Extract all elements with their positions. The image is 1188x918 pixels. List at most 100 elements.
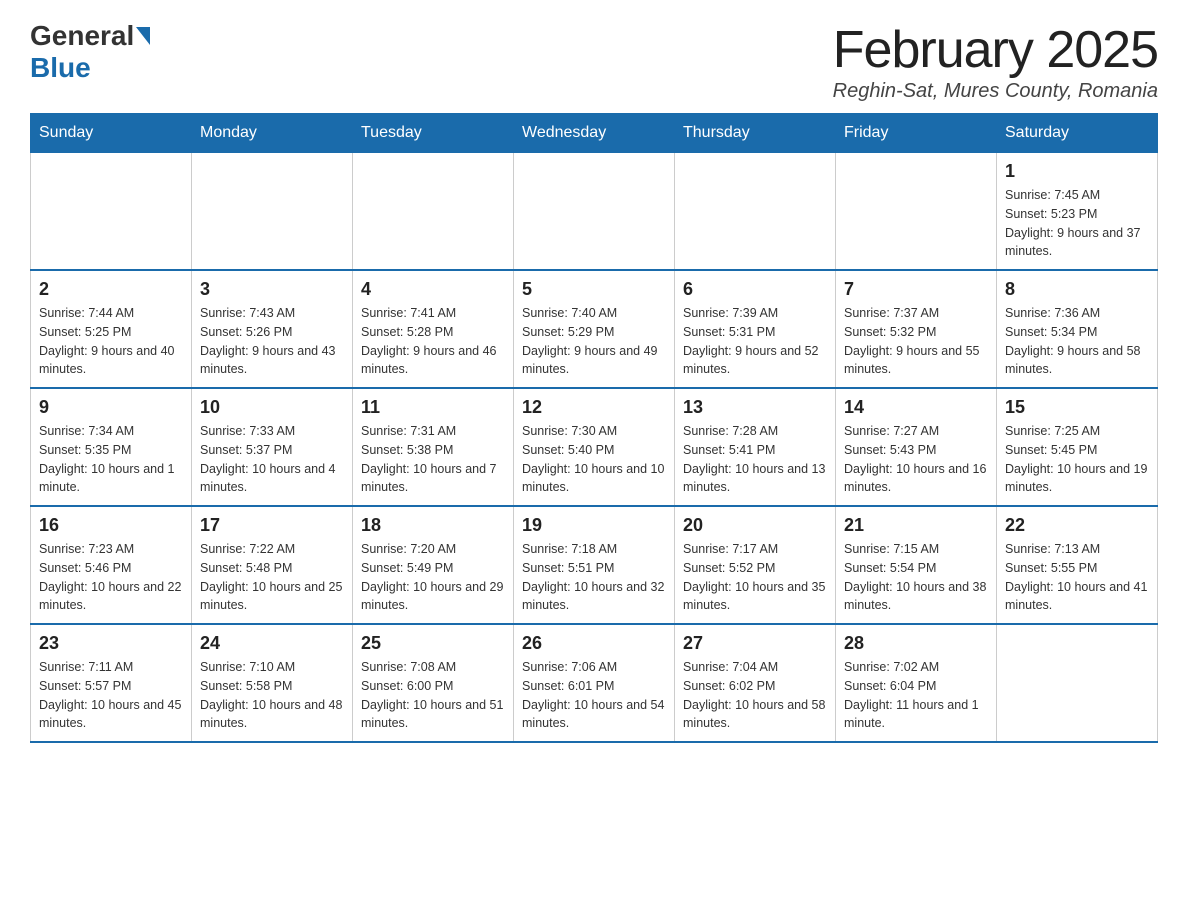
day-info: Sunrise: 7:31 AM Sunset: 5:38 PM Dayligh…: [361, 422, 505, 497]
day-number: 6: [683, 279, 827, 300]
day-of-week-header: Thursday: [675, 114, 836, 153]
calendar-day-cell: 9Sunrise: 7:34 AM Sunset: 5:35 PM Daylig…: [31, 388, 192, 506]
day-number: 15: [1005, 397, 1149, 418]
day-info: Sunrise: 7:04 AM Sunset: 6:02 PM Dayligh…: [683, 658, 827, 733]
day-info: Sunrise: 7:13 AM Sunset: 5:55 PM Dayligh…: [1005, 540, 1149, 615]
day-of-week-header: Friday: [836, 114, 997, 153]
calendar-day-cell: 22Sunrise: 7:13 AM Sunset: 5:55 PM Dayli…: [997, 506, 1158, 624]
day-info: Sunrise: 7:44 AM Sunset: 5:25 PM Dayligh…: [39, 304, 183, 379]
calendar-day-cell: 10 Sunrise: 7:33 AM Sunset: 5:37 PM Dayli…: [192, 388, 353, 506]
day-number: 5: [522, 279, 666, 300]
calendar-week-row: 23 Sunrise: 7:11 AM Sunset: 5:57 PM Dayli…: [31, 624, 1158, 742]
calendar-day-cell: 23 Sunrise: 7:11 AM Sunset: 5:57 PM Dayli…: [31, 624, 192, 742]
calendar-day-cell: 5 Sunrise: 7:40 AM Sunset: 5:29 PM Daylig…: [514, 270, 675, 388]
day-info: Sunrise: 7:39 AM Sunset: 5:31 PM Dayligh…: [683, 304, 827, 379]
day-info: Sunrise: 7:41 AM Sunset: 5:28 PM Dayligh…: [361, 304, 505, 379]
day-number: 27: [683, 633, 827, 654]
day-info: Sunrise: 7:37 AM Sunset: 5:32 PM Dayligh…: [844, 304, 988, 379]
day-info: Sunrise: 7:22 AM Sunset: 5:48 PM Dayligh…: [200, 540, 344, 615]
day-number: 24: [200, 633, 344, 654]
day-number: 1: [1005, 161, 1149, 182]
day-of-week-header: Saturday: [997, 114, 1158, 153]
logo-general-text: General: [30, 20, 134, 52]
day-number: 2: [39, 279, 183, 300]
day-number: 10: [200, 397, 344, 418]
calendar-day-cell: 14 Sunrise: 7:27 AM Sunset: 5:43 PM Dayli…: [836, 388, 997, 506]
day-info: Sunrise: 7:33 AM Sunset: 5:37 PM Dayligh…: [200, 422, 344, 497]
calendar-day-cell: 15 Sunrise: 7:25 AM Sunset: 5:45 PM Dayli…: [997, 388, 1158, 506]
day-number: 17: [200, 515, 344, 536]
day-of-week-header: Monday: [192, 114, 353, 153]
day-info: Sunrise: 7:23 AM Sunset: 5:46 PM Dayligh…: [39, 540, 183, 615]
calendar-day-cell: 21Sunrise: 7:15 AM Sunset: 5:54 PM Dayli…: [836, 506, 997, 624]
calendar-day-cell: [997, 624, 1158, 742]
day-info: Sunrise: 7:36 AM Sunset: 5:34 PM Dayligh…: [1005, 304, 1149, 379]
day-info: Sunrise: 7:40 AM Sunset: 5:29 PM Dayligh…: [522, 304, 666, 379]
day-number: 21: [844, 515, 988, 536]
calendar-day-cell: [675, 153, 836, 271]
logo-blue-text: Blue: [30, 52, 91, 84]
day-info: Sunrise: 7:10 AM Sunset: 5:58 PM Dayligh…: [200, 658, 344, 733]
calendar-day-cell: 27 Sunrise: 7:04 AM Sunset: 6:02 PM Dayli…: [675, 624, 836, 742]
logo-arrow-icon: [136, 27, 150, 45]
calendar-day-cell: 20 Sunrise: 7:17 AM Sunset: 5:52 PM Dayli…: [675, 506, 836, 624]
logo: General Blue: [30, 20, 152, 84]
day-number: 19: [522, 515, 666, 536]
calendar-day-cell: 16 Sunrise: 7:23 AM Sunset: 5:46 PM Dayli…: [31, 506, 192, 624]
location-subtitle: Reghin-Sat, Mures County, Romania: [833, 80, 1158, 103]
day-number: 3: [200, 279, 344, 300]
calendar-day-cell: [353, 153, 514, 271]
day-info: Sunrise: 7:20 AM Sunset: 5:49 PM Dayligh…: [361, 540, 505, 615]
calendar-day-cell: 28 Sunrise: 7:02 AM Sunset: 6:04 PM Dayli…: [836, 624, 997, 742]
day-of-week-header: Tuesday: [353, 114, 514, 153]
calendar-day-cell: 11 Sunrise: 7:31 AM Sunset: 5:38 PM Dayli…: [353, 388, 514, 506]
title-block: February 2025 Reghin-Sat, Mures County, …: [833, 20, 1158, 103]
day-number: 13: [683, 397, 827, 418]
calendar-day-cell: [514, 153, 675, 271]
day-info: Sunrise: 7:27 AM Sunset: 5:43 PM Dayligh…: [844, 422, 988, 497]
calendar-day-cell: 8 Sunrise: 7:36 AM Sunset: 5:34 PM Daylig…: [997, 270, 1158, 388]
day-number: 8: [1005, 279, 1149, 300]
calendar-day-cell: 6 Sunrise: 7:39 AM Sunset: 5:31 PM Daylig…: [675, 270, 836, 388]
calendar-day-cell: 4Sunrise: 7:41 AM Sunset: 5:28 PM Daylig…: [353, 270, 514, 388]
day-of-week-header: Wednesday: [514, 114, 675, 153]
calendar-day-cell: 3 Sunrise: 7:43 AM Sunset: 5:26 PM Daylig…: [192, 270, 353, 388]
day-info: Sunrise: 7:25 AM Sunset: 5:45 PM Dayligh…: [1005, 422, 1149, 497]
day-number: 20: [683, 515, 827, 536]
calendar-week-row: 9Sunrise: 7:34 AM Sunset: 5:35 PM Daylig…: [31, 388, 1158, 506]
day-info: Sunrise: 7:02 AM Sunset: 6:04 PM Dayligh…: [844, 658, 988, 733]
day-number: 28: [844, 633, 988, 654]
calendar-table: SundayMondayTuesdayWednesdayThursdayFrid…: [30, 113, 1158, 743]
calendar-day-cell: 18 Sunrise: 7:20 AM Sunset: 5:49 PM Dayli…: [353, 506, 514, 624]
day-number: 16: [39, 515, 183, 536]
calendar-day-cell: 2 Sunrise: 7:44 AM Sunset: 5:25 PM Daylig…: [31, 270, 192, 388]
calendar-day-cell: 26Sunrise: 7:06 AM Sunset: 6:01 PM Dayli…: [514, 624, 675, 742]
day-number: 25: [361, 633, 505, 654]
day-info: Sunrise: 7:45 AM Sunset: 5:23 PM Dayligh…: [1005, 186, 1149, 261]
day-info: Sunrise: 7:08 AM Sunset: 6:00 PM Dayligh…: [361, 658, 505, 733]
calendar-day-cell: 7Sunrise: 7:37 AM Sunset: 5:32 PM Daylig…: [836, 270, 997, 388]
day-of-week-header: Sunday: [31, 114, 192, 153]
calendar-day-cell: 13 Sunrise: 7:28 AM Sunset: 5:41 PM Dayli…: [675, 388, 836, 506]
day-number: 14: [844, 397, 988, 418]
day-number: 23: [39, 633, 183, 654]
day-number: 18: [361, 515, 505, 536]
calendar-day-cell: [192, 153, 353, 271]
day-number: 26: [522, 633, 666, 654]
calendar-week-row: 16 Sunrise: 7:23 AM Sunset: 5:46 PM Dayli…: [31, 506, 1158, 624]
calendar-day-cell: [31, 153, 192, 271]
day-number: 9: [39, 397, 183, 418]
day-info: Sunrise: 7:43 AM Sunset: 5:26 PM Dayligh…: [200, 304, 344, 379]
calendar-week-row: 1 Sunrise: 7:45 AM Sunset: 5:23 PM Daylig…: [31, 153, 1158, 271]
day-info: Sunrise: 7:17 AM Sunset: 5:52 PM Dayligh…: [683, 540, 827, 615]
day-info: Sunrise: 7:28 AM Sunset: 5:41 PM Dayligh…: [683, 422, 827, 497]
day-number: 11: [361, 397, 505, 418]
calendar-day-cell: 25 Sunrise: 7:08 AM Sunset: 6:00 PM Dayli…: [353, 624, 514, 742]
page-header: General Blue February 2025 Reghin-Sat, M…: [30, 20, 1158, 103]
calendar-header-row: SundayMondayTuesdayWednesdayThursdayFrid…: [31, 114, 1158, 153]
day-info: Sunrise: 7:11 AM Sunset: 5:57 PM Dayligh…: [39, 658, 183, 733]
day-info: Sunrise: 7:30 AM Sunset: 5:40 PM Dayligh…: [522, 422, 666, 497]
calendar-day-cell: 1 Sunrise: 7:45 AM Sunset: 5:23 PM Daylig…: [997, 153, 1158, 271]
calendar-day-cell: 19Sunrise: 7:18 AM Sunset: 5:51 PM Dayli…: [514, 506, 675, 624]
calendar-day-cell: [836, 153, 997, 271]
